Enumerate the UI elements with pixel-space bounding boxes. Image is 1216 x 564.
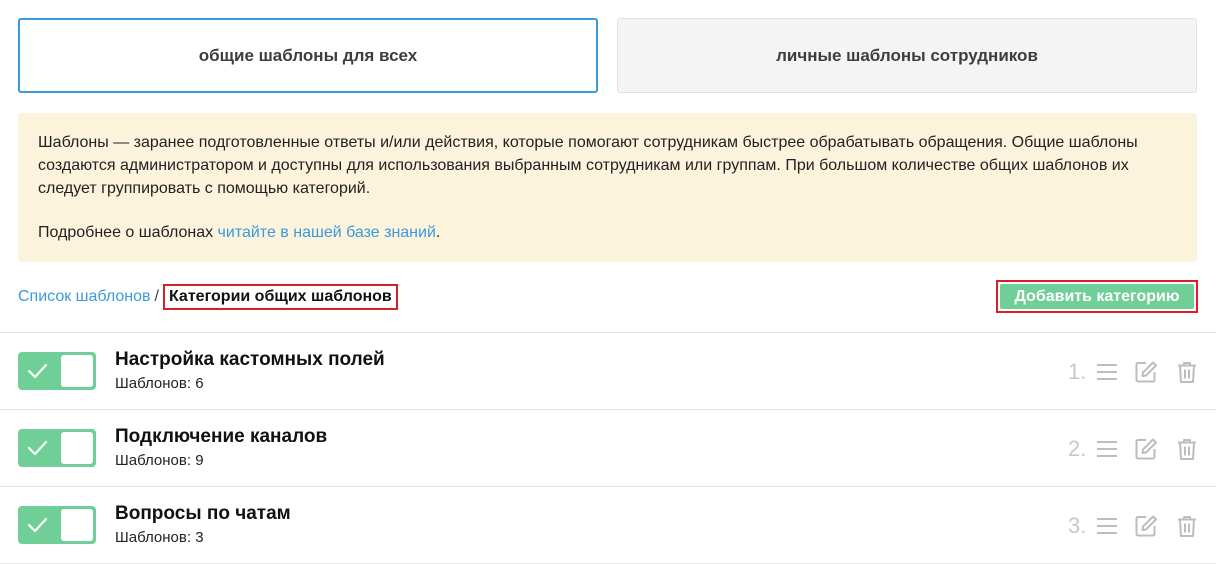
check-icon	[27, 363, 48, 379]
template-tabs: общие шаблоны для всех личные шаблоны со…	[18, 18, 1197, 93]
info-more-suffix: .	[435, 224, 441, 241]
check-icon	[27, 440, 48, 456]
category-number: 1.	[1068, 359, 1087, 384]
toggle-knob	[61, 432, 93, 464]
category-toggle[interactable]	[18, 352, 96, 390]
category-list: Настройка кастомных полей Шаблонов: 6 1.…	[0, 332, 1216, 564]
category-number: 3.	[1068, 513, 1087, 538]
toggle-knob	[61, 509, 93, 541]
category-number: 2.	[1068, 436, 1087, 461]
add-category-highlight: Добавить категорию	[996, 280, 1198, 313]
category-count: Шаблонов: 6	[115, 375, 204, 392]
category-title: Подключение каналов	[115, 426, 328, 447]
category-count: Шаблонов: 9	[115, 452, 204, 469]
add-category-button[interactable]: Добавить категорию	[1000, 284, 1194, 309]
breadcrumb-separator: /	[154, 288, 159, 305]
breadcrumb-current: Категории общих шаблонов	[162, 284, 398, 310]
toggle-knob	[61, 355, 93, 387]
category-title: Вопросы по чатам	[115, 503, 291, 524]
category-row: Подключение каналов Шаблонов: 9 2.	[0, 410, 1216, 487]
category-row: Вопросы по чатам Шаблонов: 3 3.	[0, 487, 1216, 564]
tab-personal-templates[interactable]: личные шаблоны сотрудников	[617, 18, 1197, 93]
info-more-prefix: Подробнее о шаблонах	[38, 224, 218, 241]
category-count: Шаблонов: 3	[115, 529, 204, 546]
check-icon	[27, 517, 48, 533]
category-toggle[interactable]	[18, 506, 96, 544]
breadcrumb-templates-list-link[interactable]: Список шаблонов	[18, 288, 151, 306]
trash-icon[interactable]	[1175, 437, 1199, 461]
breadcrumb: Список шаблонов / Категории общих шаблон…	[18, 282, 398, 312]
edit-icon[interactable]	[1134, 437, 1158, 461]
category-title: Настройка кастомных полей	[115, 349, 385, 370]
knowledge-base-link[interactable]: читайте в нашей базе знаний	[218, 224, 436, 241]
menu-icon[interactable]	[1095, 360, 1119, 384]
edit-icon[interactable]	[1134, 514, 1158, 538]
trash-icon[interactable]	[1175, 360, 1199, 384]
menu-icon[interactable]	[1095, 437, 1119, 461]
tab-general-templates[interactable]: общие шаблоны для всех	[18, 18, 598, 93]
category-row: Настройка кастомных полей Шаблонов: 6 1.	[0, 333, 1216, 410]
info-box: Шаблоны — заранее подготовленные ответы …	[18, 113, 1197, 262]
info-text: Шаблоны — заранее подготовленные ответы …	[38, 134, 1138, 197]
trash-icon[interactable]	[1175, 514, 1199, 538]
category-toggle[interactable]	[18, 429, 96, 467]
edit-icon[interactable]	[1134, 360, 1158, 384]
info-more: Подробнее о шаблонах читайте в нашей баз…	[38, 221, 1177, 244]
menu-icon[interactable]	[1095, 514, 1119, 538]
